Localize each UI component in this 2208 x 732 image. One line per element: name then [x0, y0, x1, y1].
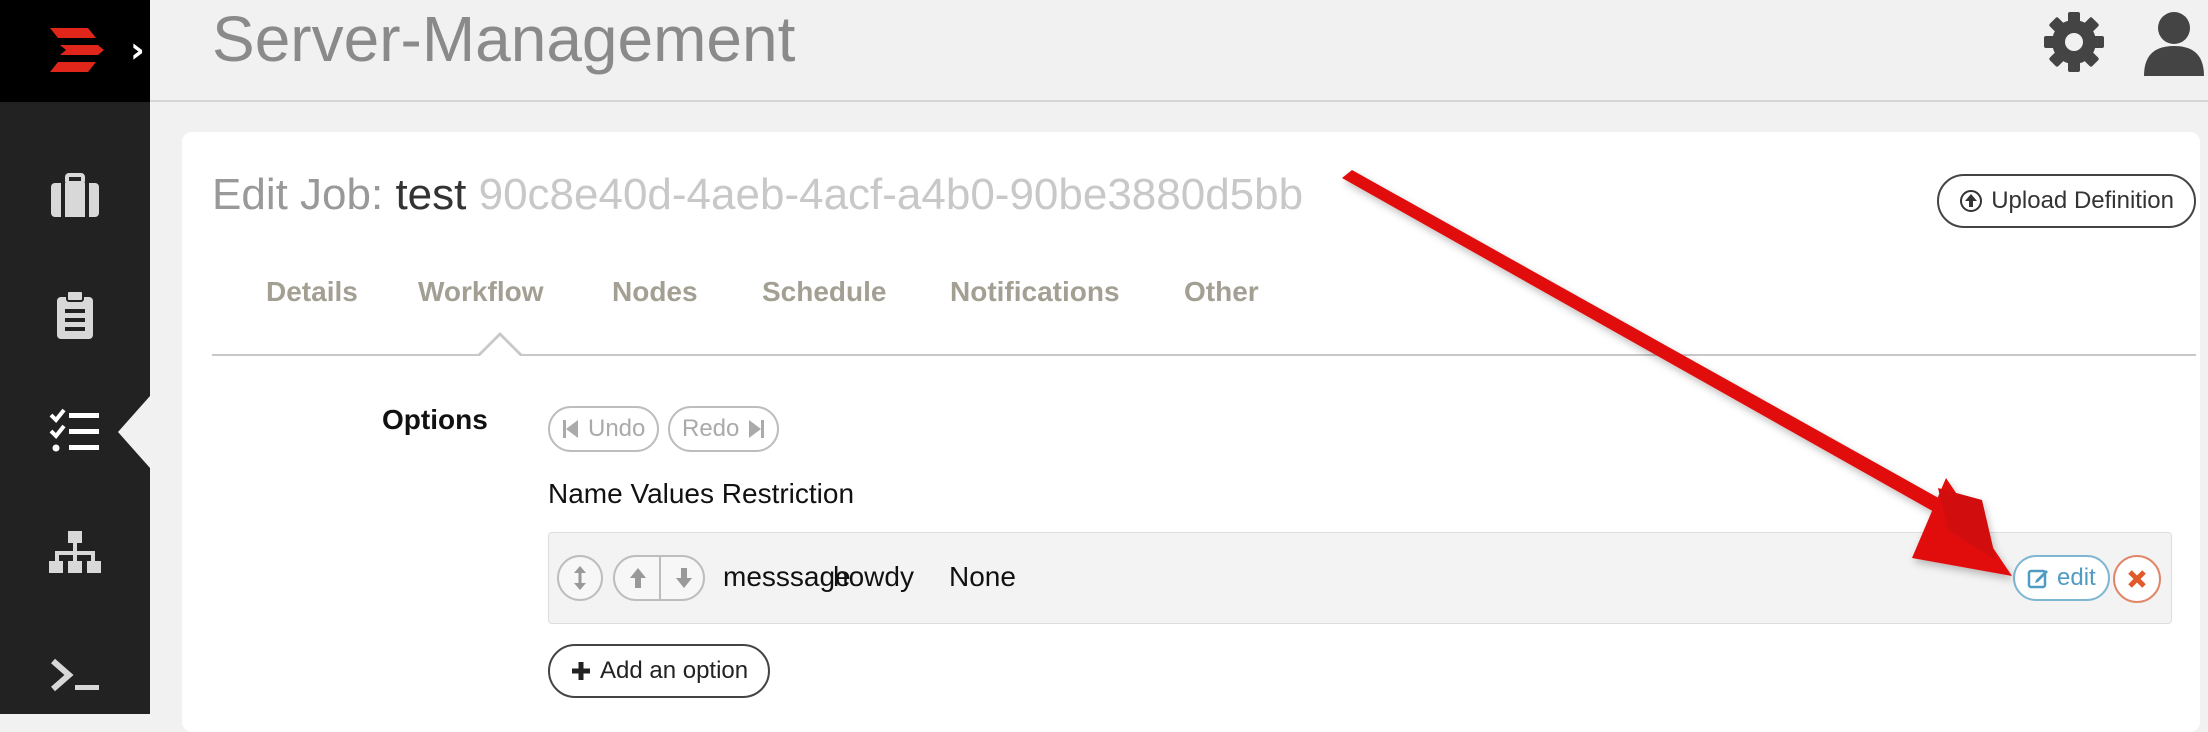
upload-circle-icon [1960, 190, 1983, 212]
rundeck-logo-icon [50, 28, 104, 72]
active-indicator [118, 396, 150, 468]
delete-option-button[interactable] [2113, 555, 2161, 603]
briefcase-icon [51, 173, 99, 217]
move-buttons [613, 555, 705, 601]
sidebar-item-commands[interactable] [0, 630, 150, 720]
edit-job-card: Edit Job: test 90c8e40d-4aeb-4acf-a4b0-9… [182, 132, 2200, 732]
sidebar-item-nodes[interactable] [0, 510, 150, 600]
drag-reorder-button[interactable] [557, 555, 603, 601]
gear-icon[interactable] [2040, 8, 2108, 76]
tab-schedule[interactable]: Schedule [762, 276, 886, 308]
step-backward-icon [563, 420, 578, 438]
move-up-button[interactable] [615, 557, 660, 599]
option-values: howdy [833, 561, 914, 592]
step-forward-icon [749, 420, 765, 438]
resize-vertical-icon [574, 566, 586, 590]
tab-details[interactable]: Details [266, 276, 358, 308]
close-icon [2128, 570, 2146, 588]
plus-icon [572, 662, 590, 680]
tab-workflow[interactable]: Workflow [418, 276, 543, 308]
terminal-icon [51, 658, 99, 692]
active-tab-caret-fill [480, 336, 520, 356]
user-icon[interactable] [2140, 8, 2208, 76]
edit-icon [2027, 569, 2048, 589]
redo-label: Redo [682, 415, 740, 442]
logo[interactable]: › [0, 0, 150, 102]
tab-other[interactable]: Other [1184, 276, 1259, 308]
undo-label: Undo [588, 415, 646, 442]
arrow-up-icon [629, 568, 646, 588]
option-row: messsage howdy None edit [548, 532, 2172, 624]
page-title: Edit Job: test 90c8e40d-4aeb-4acf-a4b0-9… [212, 170, 1303, 220]
task-list-icon [49, 408, 99, 452]
add-option-button[interactable]: Add an option [548, 644, 771, 698]
tab-nodes[interactable]: Nodes [612, 276, 698, 308]
clipboard-icon [57, 290, 93, 339]
top-header: Server-Management [150, 0, 2208, 102]
option-name: messsage [723, 561, 851, 592]
sidebar-item-jobs[interactable] [0, 150, 150, 240]
move-down-button[interactable] [661, 557, 703, 599]
edit-option-button[interactable]: edit [2013, 555, 2110, 601]
expand-chevron-icon[interactable]: › [130, 30, 145, 71]
redo-button[interactable]: Redo [668, 406, 780, 452]
options-column-header: Name Values Restriction [548, 478, 855, 509]
options-label: Options [382, 404, 488, 435]
job-uuid: 90c8e40d-4aeb-4acf-a4b0-90be3880d5bb [478, 170, 1304, 219]
sitemap-icon [49, 531, 101, 573]
sidebar: › [0, 0, 184, 714]
upload-definition-label: Upload Definition [1991, 187, 2174, 214]
edit-label: edit [2057, 564, 2096, 591]
undo-button[interactable]: Undo [548, 406, 660, 452]
arrow-down-icon [675, 568, 692, 588]
job-name: test [395, 170, 467, 219]
sidebar-item-activity[interactable] [0, 270, 150, 360]
project-title[interactable]: Server-Management [212, 2, 795, 76]
option-restriction: None [949, 561, 1016, 592]
add-option-label: Add an option [600, 657, 749, 684]
page-title-prefix: Edit Job: [212, 170, 384, 219]
upload-definition-button[interactable]: Upload Definition [1937, 174, 2196, 228]
tab-notifications[interactable]: Notifications [950, 276, 1120, 308]
